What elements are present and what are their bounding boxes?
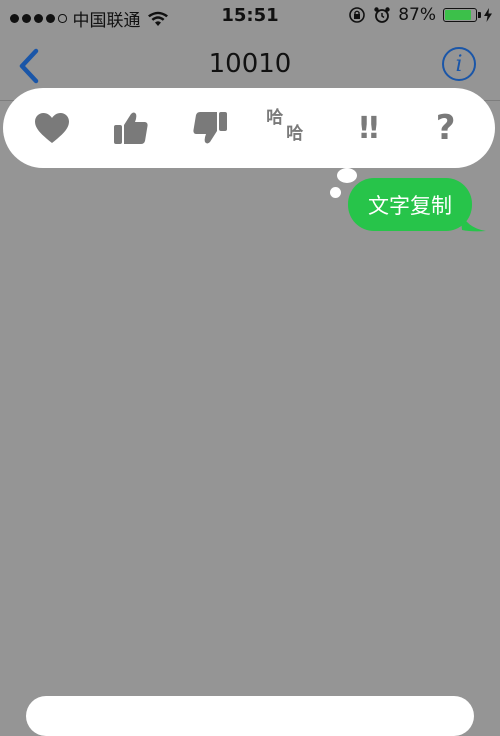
alarm-clock-icon [374, 7, 390, 23]
haha-label: 哈 [266, 108, 284, 128]
question-icon: ? [435, 108, 456, 148]
tapback-bar: 哈 哈 !! ? [3, 88, 495, 168]
thumbs-up-icon [113, 112, 148, 144]
rotation-lock-icon [349, 7, 366, 23]
info-icon: i [455, 51, 463, 77]
battery-icon [443, 8, 481, 22]
haha-label: 哈 [286, 124, 304, 144]
status-bar: 中国联通 15:51 87% [0, 0, 500, 34]
tapback-pointer [337, 168, 357, 183]
haha-icon: 哈 哈 [264, 108, 312, 148]
tapback-haha[interactable]: 哈 哈 [262, 102, 314, 154]
battery-percent: 87% [398, 5, 436, 25]
message-bubble[interactable]: 文字复制 [348, 178, 472, 231]
tapback-pointer [330, 187, 341, 198]
tapback-thumbs-down[interactable] [184, 102, 236, 154]
message-text: 文字复制 [368, 193, 452, 218]
battery-nub [478, 12, 481, 18]
charging-bolt-icon [484, 8, 492, 22]
heart-icon [35, 113, 70, 143]
conversation-title: 10010 [208, 49, 292, 79]
message-input-area[interactable] [26, 696, 474, 736]
tapback-emphasize[interactable]: !! [341, 102, 393, 154]
status-right: 87% [348, 5, 492, 25]
bubble-tail [460, 210, 486, 232]
tapback-thumbs-up[interactable] [105, 102, 157, 154]
tapback-question[interactable]: ? [420, 102, 472, 154]
exclamation-icon: !! [357, 110, 380, 146]
info-button[interactable]: i [442, 47, 476, 81]
tapback-heart[interactable] [26, 102, 78, 154]
thumbs-down-icon [193, 112, 227, 144]
battery-fill [445, 10, 472, 20]
